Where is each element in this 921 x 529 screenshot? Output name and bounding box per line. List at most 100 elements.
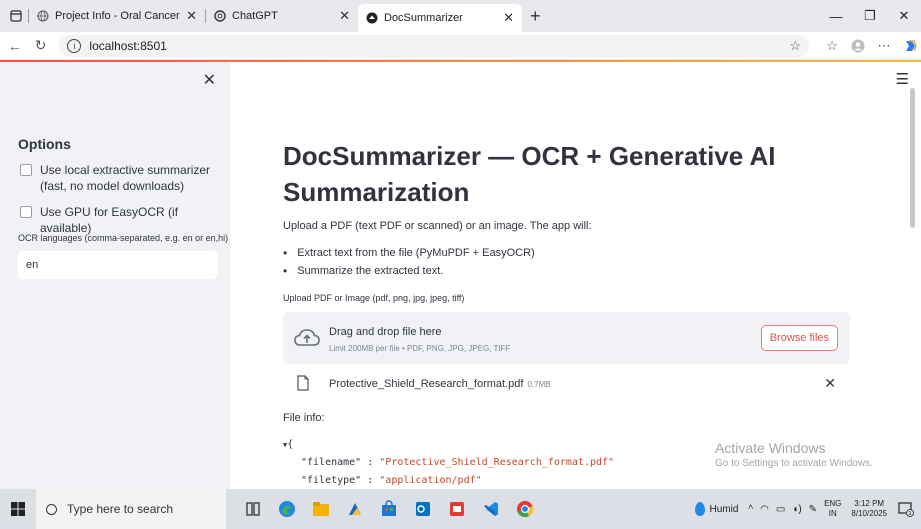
watermark-title: Activate Windows xyxy=(715,440,826,456)
activate-windows-watermark: Activate Windows Go to Settings to activ… xyxy=(715,440,873,469)
remove-file-icon[interactable]: ✕ xyxy=(824,375,836,392)
clock-date: 8/10/2025 xyxy=(851,509,887,518)
file-icon xyxy=(297,375,309,391)
dropzone-title: Drag and drop file here xyxy=(329,326,442,338)
scrollbar[interactable] xyxy=(910,88,915,228)
watermark-subtitle: Go to Settings to activate Windows. xyxy=(715,458,873,469)
outlook-icon[interactable] xyxy=(410,496,436,522)
notifications-icon[interactable]: 1 xyxy=(897,500,915,518)
json-open-brace: { xyxy=(287,439,294,450)
profile-icon[interactable] xyxy=(847,35,869,57)
browse-files-button[interactable]: Browse files xyxy=(760,325,838,351)
clock[interactable]: 3:12 PM 8/10/2025 xyxy=(851,499,887,519)
minimize-icon[interactable]: — xyxy=(819,0,853,32)
edge-browser-icon[interactable] xyxy=(274,496,300,522)
search-icon xyxy=(46,503,57,515)
weather-text: Humid xyxy=(709,503,739,515)
address-bar[interactable]: i localhost:8501 ☆ xyxy=(59,34,810,57)
json-row: "filetype" : "application/pdf" xyxy=(283,472,614,489)
json-separator: : xyxy=(361,457,380,468)
new-tab-icon[interactable]: + xyxy=(530,6,541,27)
uploaded-file-row: Protective_Shield_Research_format.pdf 0.7… xyxy=(283,370,850,398)
close-tab-icon[interactable]: ✕ xyxy=(186,8,197,24)
cloud-upload-icon xyxy=(293,327,321,349)
taskbar-search[interactable]: Type here to search xyxy=(36,489,226,529)
file-explorer-icon[interactable] xyxy=(308,496,334,522)
checkbox-label: Use local extractive summarizer (fast, n… xyxy=(40,163,211,193)
chatgpt-icon xyxy=(214,10,226,22)
globe-icon xyxy=(37,10,49,22)
refresh-icon[interactable]: ↻ xyxy=(30,35,52,57)
photos-app-icon[interactable] xyxy=(342,496,368,522)
file-size: 0.7MB xyxy=(527,380,551,389)
sidebar: ✕ Options Use local extractive summarize… xyxy=(0,62,230,489)
page-title: DocSummarizer — OCR + Generative AI Summ… xyxy=(283,141,776,207)
file-name-text: Protective_Shield_Research_format.pdf xyxy=(329,378,524,390)
browser-tab-bar: Project Info - Oral Cancer Detecti ✕ Cha… xyxy=(0,0,921,32)
tab-docsummarizer[interactable]: DocSummarizer ✕ xyxy=(358,4,522,32)
file-name: Protective_Shield_Research_format.pdf 0.7… xyxy=(329,378,551,390)
file-info-label: File info: xyxy=(283,412,325,424)
close-sidebar-icon[interactable]: ✕ xyxy=(203,70,216,90)
json-key: "filetype" xyxy=(301,475,362,486)
store-icon[interactable] xyxy=(376,496,402,522)
menu-icon[interactable]: ☰ xyxy=(896,70,909,88)
favorite-star-icon[interactable]: ☆ xyxy=(789,38,801,54)
json-value: "application/pdf" xyxy=(379,475,482,486)
list-item: Extract text from the file (PyMuPDF + Ea… xyxy=(283,244,534,262)
red-app-icon[interactable] xyxy=(444,496,470,522)
language-code: ENG xyxy=(824,499,842,508)
ocr-languages-input[interactable]: en xyxy=(18,251,218,279)
checkbox-box[interactable] xyxy=(20,164,32,176)
json-key: "filename" xyxy=(301,457,362,468)
system-tray: Humid ^ ◠ ▭ ◖) ✎ ENG IN 3:12 PM 8/10/202… xyxy=(694,489,921,529)
tab-label: DocSummarizer xyxy=(384,12,463,24)
show-hidden-icons-icon[interactable]: ^ xyxy=(748,504,753,515)
tab-label: ChatGPT xyxy=(232,10,278,22)
volume-icon[interactable]: ◖) xyxy=(792,504,801,515)
language-indicator[interactable]: ENG IN xyxy=(824,499,841,519)
vscode-icon[interactable] xyxy=(478,496,504,522)
network-icon[interactable]: ◠ xyxy=(760,504,769,515)
json-separator: : xyxy=(361,475,380,486)
restore-icon[interactable]: ❐ xyxy=(853,0,887,32)
address-bar-row: ← ↻ i localhost:8501 ☆ ☆ ⋯ xyxy=(0,32,921,60)
info-icon[interactable]: i xyxy=(67,38,82,53)
ocr-languages-label: OCR languages (comma-separated, e.g. en … xyxy=(18,233,229,243)
tab-chatgpt[interactable]: ChatGPT ✕ xyxy=(206,2,358,30)
local-summarizer-checkbox[interactable]: Use local extractive summarizer (fast, n… xyxy=(20,162,215,194)
checkbox-box[interactable] xyxy=(20,206,32,218)
list-item: Summarize the extracted text. xyxy=(283,262,535,280)
close-tab-icon[interactable]: ✕ xyxy=(503,10,514,26)
sidebar-heading: Options xyxy=(18,136,71,152)
gpu-easyocr-checkbox[interactable]: Use GPU for EasyOCR (if available) xyxy=(20,204,215,236)
more-icon[interactable]: ⋯ xyxy=(873,35,895,57)
copilot-icon[interactable] xyxy=(899,35,921,57)
intro-text: Upload a PDF (text PDF or scanned) or an… xyxy=(283,220,592,232)
chrome-icon[interactable] xyxy=(512,496,538,522)
json-row: "filename" : "Protective_Shield_Research… xyxy=(283,454,614,472)
checkbox-label: Use GPU for EasyOCR (if available) xyxy=(40,205,179,235)
notification-count: 1 xyxy=(908,511,912,517)
close-tab-icon[interactable]: ✕ xyxy=(339,8,350,24)
json-value: "Protective_Shield_Research_format.pdf" xyxy=(379,457,615,468)
browser-toolbar: ☆ ⋯ xyxy=(817,35,921,57)
feature-list: Extract text from the file (PyMuPDF + Ea… xyxy=(283,244,535,280)
json-viewer: ▼{ "filename" : "Protective_Shield_Resea… xyxy=(283,436,614,489)
tab-project-info[interactable]: Project Info - Oral Cancer Detecti ✕ xyxy=(29,2,205,30)
close-window-icon[interactable]: ✕ xyxy=(887,0,921,32)
tab-actions-icon[interactable] xyxy=(4,4,28,28)
battery-icon[interactable]: ▭ xyxy=(776,504,785,515)
weather-widget[interactable]: Humid xyxy=(694,502,739,516)
task-view-icon[interactable] xyxy=(240,496,266,522)
search-placeholder: Type here to search xyxy=(67,502,174,516)
app-favicon-icon xyxy=(366,12,378,24)
humidity-icon xyxy=(694,502,705,516)
dropzone-subtitle: Limit 200MB per file • PDF, PNG, JPG, JP… xyxy=(329,344,511,353)
favorites-icon[interactable]: ☆ xyxy=(821,35,843,57)
windows-start-icon[interactable] xyxy=(0,489,36,529)
pen-icon[interactable]: ✎ xyxy=(809,504,817,515)
back-icon[interactable]: ← xyxy=(4,35,26,57)
file-dropzone[interactable]: Drag and drop file here Limit 200MB per … xyxy=(283,312,850,364)
region-code: IN xyxy=(828,509,837,518)
